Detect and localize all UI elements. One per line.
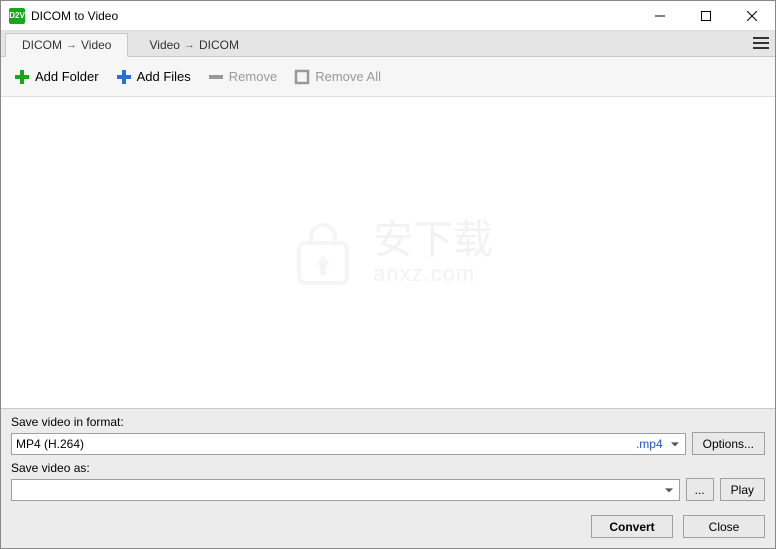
play-button[interactable]: Play (720, 478, 765, 501)
close-window-button[interactable] (729, 1, 775, 31)
watermark: 安下载 anxz.com (283, 213, 493, 293)
app-icon: D2V (9, 8, 25, 24)
titlebar: D2V DICOM to Video (1, 1, 775, 31)
watermark-url: anxz.com (373, 262, 493, 286)
watermark-text: 安下载 (373, 218, 493, 262)
toolbar: Add Folder Add Files Remove Remove All (1, 57, 775, 97)
arrow-right-icon: → (66, 39, 77, 51)
plus-icon (13, 68, 31, 86)
tab-dicom-to-video[interactable]: DICOM → Video (5, 33, 128, 57)
add-folder-button[interactable]: Add Folder (9, 66, 103, 88)
window-title: DICOM to Video (31, 9, 637, 23)
button-label: Add Files (137, 69, 191, 84)
options-button[interactable]: Options... (692, 432, 765, 455)
footer: Convert Close (1, 509, 775, 548)
remove-button[interactable]: Remove (203, 66, 281, 88)
format-combo[interactable]: MP4 (H.264) .mp4 (11, 433, 686, 455)
format-extension: .mp4 (636, 437, 663, 451)
tab-video-to-dicom[interactable]: Video → DICOM (132, 32, 255, 56)
convert-button[interactable]: Convert (591, 515, 673, 538)
format-label: Save video in format: (11, 415, 765, 429)
minimize-button[interactable] (637, 1, 683, 31)
tab-label: DICOM (22, 38, 62, 52)
maximize-button[interactable] (683, 1, 729, 31)
add-files-button[interactable]: Add Files (111, 66, 195, 88)
tab-label: DICOM (199, 38, 239, 52)
button-label: Remove (229, 69, 277, 84)
minus-icon (207, 68, 225, 86)
close-button[interactable]: Close (683, 515, 765, 538)
arrow-right-icon: → (184, 39, 195, 51)
tab-strip: DICOM → Video Video → DICOM (1, 31, 775, 57)
tab-label: Video (81, 38, 111, 52)
remove-all-button[interactable]: Remove All (289, 66, 385, 88)
button-label: Remove All (315, 69, 381, 84)
square-icon (293, 68, 311, 86)
saveas-combo[interactable] (11, 479, 680, 501)
browse-button[interactable]: ... (686, 478, 714, 501)
menu-button[interactable] (747, 30, 775, 56)
bottom-panel: Save video in format: MP4 (H.264) .mp4 O… (1, 408, 775, 509)
tab-label: Video (149, 38, 179, 52)
format-value: MP4 (H.264) (16, 437, 84, 451)
button-label: Add Folder (35, 69, 99, 84)
saveas-label: Save video as: (11, 461, 765, 475)
plus-icon (115, 68, 133, 86)
file-list-area[interactable]: 安下载 anxz.com (1, 97, 775, 408)
